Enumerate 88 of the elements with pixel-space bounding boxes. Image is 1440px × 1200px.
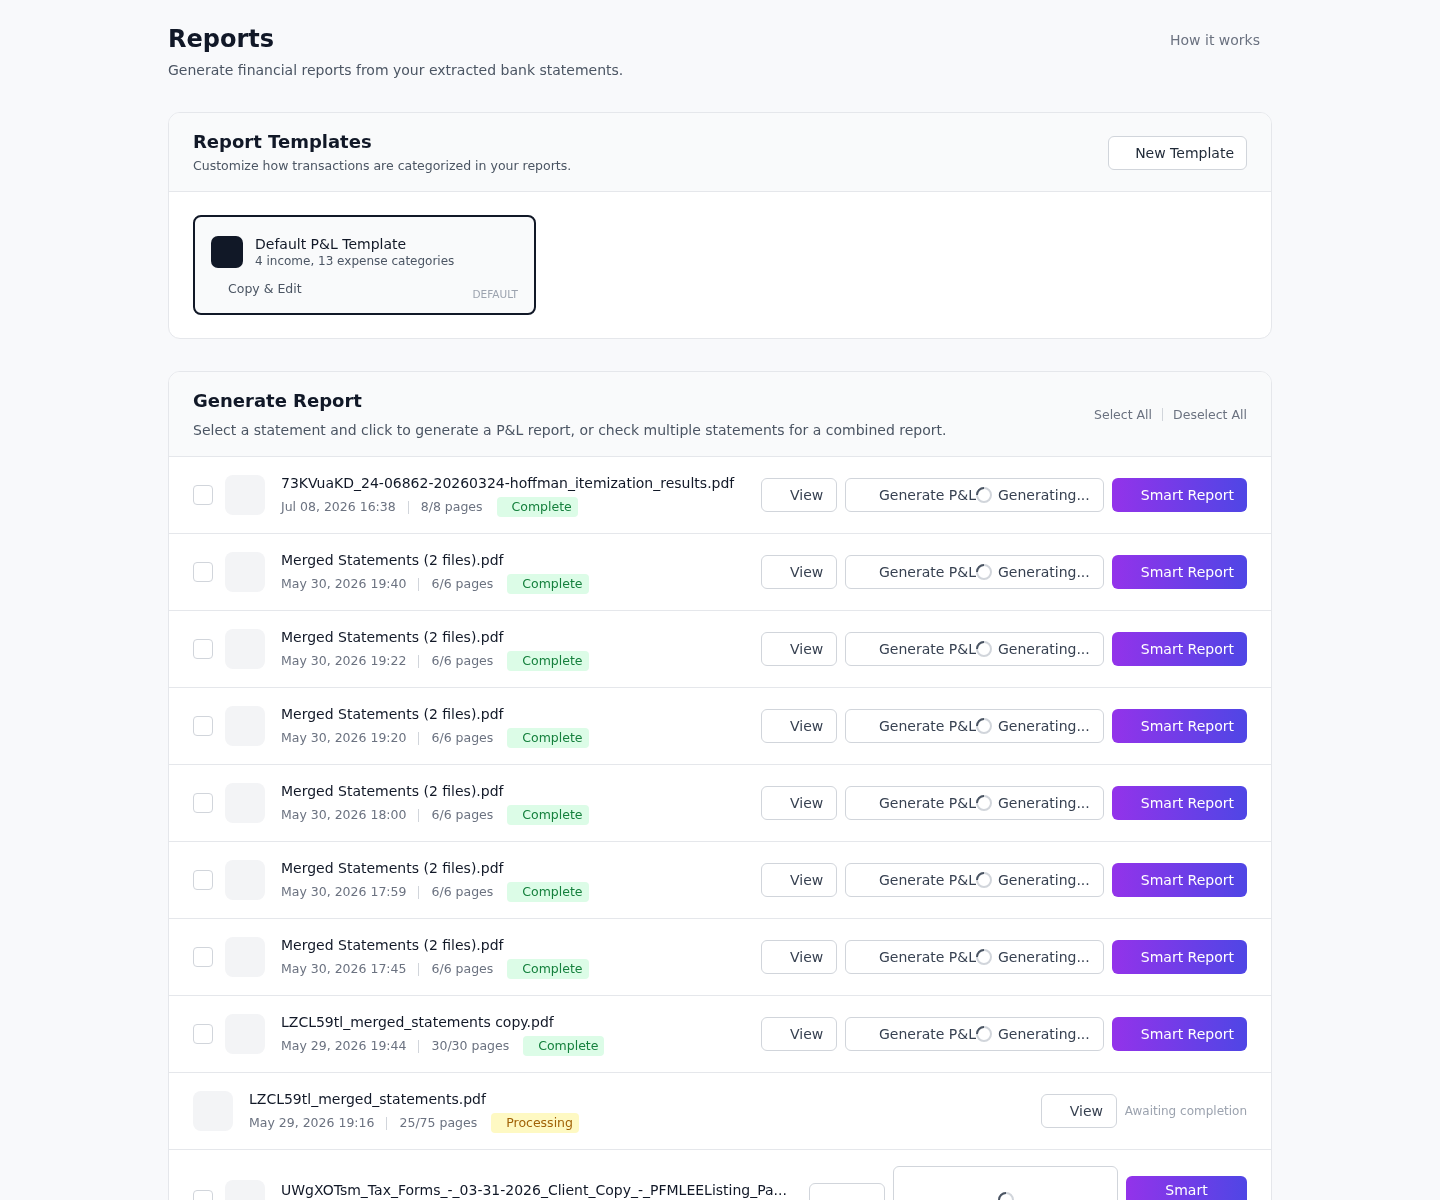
checkbox[interactable] [193,947,213,967]
template-summary: 4 income, 13 expense categories [255,253,455,269]
generate-pl-button[interactable]: Generate P&L Generating... [845,1017,1104,1051]
upload-date: May 29, 2026 19:16 [249,1114,375,1132]
awaiting-completion-text: Awaiting completion [1124,1103,1247,1120]
status-badge: Processing [491,1113,579,1133]
view-button[interactable]: View [761,786,837,820]
generate-pl-button[interactable]: Generate P&L Generating... [845,478,1104,512]
upload-date: May 30, 2026 19:22 [281,652,407,670]
template-card[interactable]: Default P&L Template 4 income, 13 expense categories Copy & Edit DEFAULT [193,215,536,315]
section-subtitle: Customize how transactions are categorized in your reports. [193,157,572,175]
file-name[interactable]: Merged Statements (2 files).pdf [281,550,504,570]
page-subtitle: Generate financial reports from your extracted bank statements. [168,61,624,80]
status-badge: Complete [507,728,589,748]
file-name[interactable]: LZCL59tl_merged_statements.pdf [249,1089,486,1109]
file-name[interactable]: Merged Statements (2 files).pdf [281,704,504,724]
page-count: 6/6 pages [431,883,494,901]
file-name[interactable]: Merged Statements (2 files).pdf [281,858,504,878]
checkbox[interactable] [193,562,213,582]
generate-pl-button[interactable]: Generate P&L Generating... [845,632,1104,666]
section-title: Report Templates [193,130,373,154]
page-count: 6/6 pages [431,806,494,824]
checkbox[interactable] [193,716,213,736]
checkbox[interactable] [193,485,213,505]
page-count: 8/8 pages [420,498,483,516]
file-name[interactable]: UWgXOTsm_Tax_Forms_-_03-31-2026_Client_Copy_-_PFMLEEListing_Pa... [281,1181,787,1199]
page-count: 6/6 pages [431,729,494,747]
smart-report-button[interactable]: Smart Report [1111,478,1247,512]
smart-report-button[interactable]: Smart [1126,1176,1247,1200]
status-badge: Complete [507,574,589,594]
generate-pl-button[interactable]: Generate P&L Generating... [845,555,1104,589]
status-badge: Complete [496,497,578,517]
smart-report-button[interactable]: Smart Report [1111,632,1247,666]
status-badge: Complete [523,1036,605,1056]
page-count: 6/6 pages [431,960,494,978]
checkbox[interactable] [193,639,213,659]
select-all-link[interactable]: Select All [1094,405,1153,424]
template-name: Default P&L Template [255,235,408,253]
view-button[interactable]: View [761,1017,837,1051]
generate-pl-button[interactable]: Generate P&L Generating... [845,940,1104,974]
view-button[interactable]: View [761,709,837,743]
upload-date: May 29, 2026 19:44 [281,1037,407,1055]
upload-date: May 30, 2026 19:20 [281,729,407,747]
view-button[interactable]: View [761,478,837,512]
view-button[interactable]: View [761,940,837,974]
smart-report-button[interactable]: Smart Report [1111,555,1247,589]
page-title: Reports [168,24,276,54]
smart-report-button[interactable]: Smart Report [1111,786,1247,820]
upload-date: May 30, 2026 19:40 [281,575,407,593]
file-name[interactable]: 73KVuaKD_24-06862-20260324-hoffman_itemization_results.pdf [281,473,735,493]
square-icon [211,236,243,268]
upload-date: May 30, 2026 17:59 [281,883,407,901]
generate-pl-button[interactable]: Generate P&L Generating... [845,709,1104,743]
page-count: 6/6 pages [431,575,494,593]
view-button[interactable]: View [761,632,837,666]
status-badge: Complete [507,805,589,825]
file-name[interactable]: LZCL59tl_merged_statements copy.pdf [281,1012,554,1032]
upload-date: May 30, 2026 17:45 [281,960,407,978]
checkbox[interactable] [193,1024,213,1044]
smart-report-button[interactable]: Smart Report [1111,940,1247,974]
file-name[interactable]: Merged Statements (2 files).pdf [281,935,504,955]
deselect-all-link[interactable]: Deselect All [1173,405,1247,424]
status-badge: Complete [507,651,589,671]
status-badge: Complete [507,959,589,979]
checkbox[interactable] [193,793,213,813]
status-badge: Complete [507,882,589,902]
page-count: 25/75 pages [399,1114,478,1132]
checkbox[interactable] [193,870,213,890]
page-count: 6/6 pages [431,652,494,670]
new-template-button[interactable]: New Template [1108,135,1247,170]
section-description: Select a statement and click to generate a P&L report, or check multiple statements for a combined report. [193,421,947,440]
generate-pl-button[interactable]: Generate P&L Generating... [845,863,1104,897]
how-it-works-link[interactable]: How it works [1170,24,1260,56]
smart-report-button[interactable]: Smart Report [1111,863,1247,897]
view-button[interactable]: View [1040,1094,1117,1128]
generate-pl-button[interactable]: Generate P&L Generating... [845,786,1104,820]
copy-edit-link[interactable]: Copy & Edit [228,280,302,298]
view-button[interactable]: View [761,863,837,897]
upload-date: May 30, 2026 18:00 [281,806,407,824]
upload-date: Jul 08, 2026 16:38 [281,498,396,516]
default-label: DEFAULT [472,287,518,301]
page-count: 30/30 pages [431,1037,510,1055]
smart-report-button[interactable]: Smart Report [1111,1017,1247,1051]
file-name[interactable]: Merged Statements (2 files).pdf [281,627,504,647]
smart-report-button[interactable]: Smart Report [1111,709,1247,743]
view-button[interactable]: View [761,555,837,589]
file-name[interactable]: Merged Statements (2 files).pdf [281,781,504,801]
section-title: Generate Report [193,389,363,413]
